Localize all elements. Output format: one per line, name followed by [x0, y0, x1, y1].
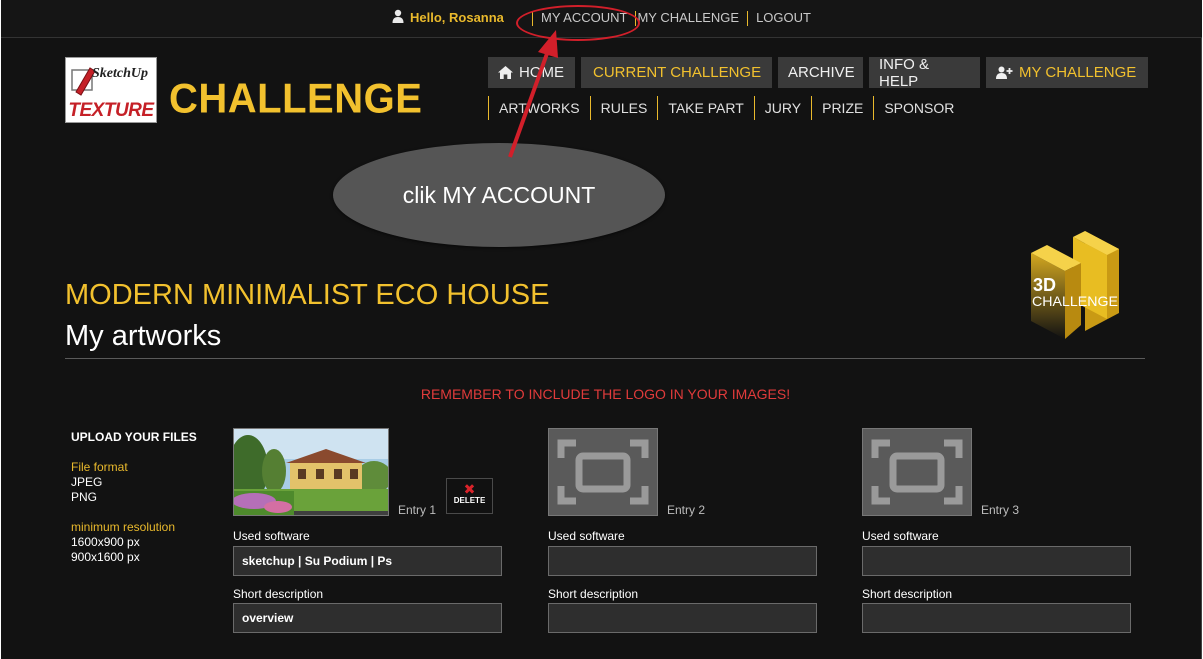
entry-1-description-input[interactable]: [233, 603, 502, 633]
house-render-image: [234, 429, 388, 515]
logo-text-texture: TEXTURE: [68, 100, 154, 121]
divider: [747, 11, 749, 26]
used-software-label: Used software: [862, 529, 939, 543]
entry-1-label: Entry 1: [398, 503, 437, 517]
entry-1-software-input[interactable]: [233, 546, 502, 576]
nav-home[interactable]: HOME: [488, 57, 575, 88]
sub-nav: ARTWORKS RULES TAKE PART JURY PRIZE SPON…: [488, 96, 964, 120]
resolution-label: minimum resolution: [71, 520, 176, 534]
subnav-rules[interactable]: RULES: [589, 96, 658, 120]
entry-2-description-input[interactable]: [548, 603, 817, 633]
subnav-take-part-label: TAKE PART: [668, 100, 744, 116]
user-icon: [392, 9, 404, 23]
home-icon: [498, 66, 513, 79]
sketchup-texture-logo[interactable]: SketchUp TEXTURE: [65, 57, 157, 123]
entry-3-software-input[interactable]: [862, 546, 1131, 576]
file-format-label: File format: [71, 460, 128, 474]
nav-archive[interactable]: ARCHIVE: [778, 57, 863, 88]
logout-link[interactable]: LOGOUT: [756, 10, 811, 26]
annotation-highlight-ellipse: [516, 5, 640, 41]
badge-text-challenge: CHALLENGE: [1032, 293, 1118, 309]
image-placeholder-icon: [871, 439, 963, 505]
subnav-prize[interactable]: PRIZE: [811, 96, 873, 120]
page-frame: Hello, Rosanna MY ACCOUNT MY CHALLENGE L…: [1, 0, 1202, 659]
resolution-landscape: 1600x900 px: [71, 535, 140, 549]
entry-2-label: Entry 2: [667, 503, 706, 517]
nav-info-help-label: INFO & HELP: [879, 55, 930, 90]
nav-archive-label: ARCHIVE: [788, 64, 855, 81]
entry-3-label: Entry 3: [981, 503, 1020, 517]
image-placeholder-icon: [557, 439, 649, 505]
subnav-rules-label: RULES: [600, 100, 648, 116]
subnav-sponsor[interactable]: SPONSOR: [873, 96, 964, 120]
format-png: PNG: [71, 490, 98, 504]
entry-3-description-input[interactable]: [862, 603, 1131, 633]
short-description-label: Short description: [548, 587, 639, 601]
annotation-text: clik MY ACCOUNT: [402, 181, 596, 208]
nav-current-challenge-label: CURRENT CHALLENGE: [593, 64, 762, 81]
nav-my-challenge-label: MY CHALLENGE: [1019, 64, 1137, 81]
short-description-label: Short description: [862, 587, 953, 601]
upload-info: UPLOAD YOUR FILES File format JPEG PNG m…: [71, 430, 197, 580]
brand-title: CHALLENGE: [169, 75, 423, 123]
logo-reminder-notice: REMEMBER TO INCLUDE THE LOGO IN YOUR IMA…: [420, 386, 791, 402]
nav-my-challenge[interactable]: MY CHALLENGE: [986, 57, 1148, 88]
page-title: MODERN MINIMALIST ECO HOUSE: [65, 279, 550, 311]
upload-heading: UPLOAD YOUR FILES: [71, 430, 197, 444]
format-jpeg: JPEG: [71, 475, 103, 489]
entry-3-upload-placeholder[interactable]: [862, 428, 972, 516]
entry-1-thumbnail[interactable]: [233, 428, 389, 516]
subnav-jury[interactable]: JURY: [753, 96, 811, 120]
nav-current-challenge[interactable]: CURRENT CHALLENGE: [581, 57, 772, 88]
page-subtitle: My artworks: [65, 320, 222, 352]
short-description-label: Short description: [233, 587, 324, 601]
add-user-icon: [996, 66, 1013, 79]
entry-2-software-input[interactable]: [548, 546, 817, 576]
logo-text-sketchup: SketchUp: [92, 66, 148, 81]
subnav-artworks-label: ARTWORKS: [499, 100, 580, 116]
used-software-label: Used software: [233, 529, 310, 543]
entry-2-upload-placeholder[interactable]: [548, 428, 658, 516]
subnav-jury-label: JURY: [764, 100, 802, 116]
nav-home-label: HOME: [519, 64, 564, 81]
badge-text-3d: 3D: [1033, 275, 1056, 295]
subnav-take-part[interactable]: TAKE PART: [657, 96, 753, 120]
delete-entry-button[interactable]: ✖ DELETE: [446, 478, 493, 514]
delete-icon: ✖: [463, 481, 476, 497]
subnav-artworks[interactable]: ARTWORKS: [488, 96, 590, 120]
greeting: Hello, Rosanna: [410, 10, 504, 25]
divider: [65, 358, 1145, 359]
3d-challenge-badge: 3D CHALLENGE: [1031, 231, 1119, 339]
my-challenge-link[interactable]: MY CHALLENGE: [637, 10, 739, 26]
file-format-block: File format JPEG PNG: [71, 460, 197, 505]
annotation-bubble: clik MY ACCOUNT: [333, 143, 665, 247]
nav-info-help[interactable]: INFO & HELP: [869, 55, 980, 90]
subnav-prize-label: PRIZE: [822, 100, 864, 116]
main-nav: HOME CURRENT CHALLENGE ARCHIVE INFO & HE…: [488, 55, 1148, 90]
used-software-label: Used software: [548, 529, 625, 543]
subnav-sponsor-label: SPONSOR: [884, 100, 955, 116]
resolution-block: minimum resolution 1600x900 px 900x1600 …: [71, 520, 197, 565]
delete-label: DELETE: [453, 496, 486, 505]
resolution-portrait: 900x1600 px: [71, 550, 140, 564]
